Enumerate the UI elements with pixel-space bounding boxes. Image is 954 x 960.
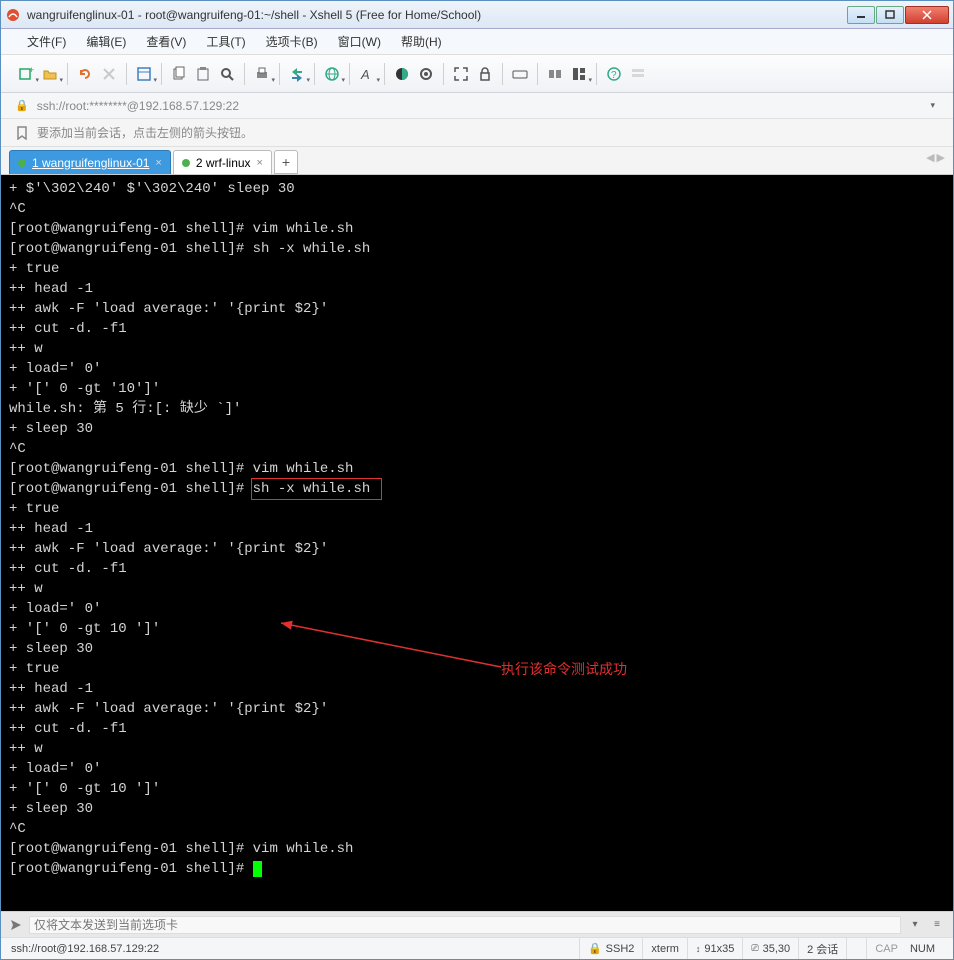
tab-close-icon[interactable]: × [155,157,161,169]
menu-edit[interactable]: 编辑(E) [78,30,134,53]
tab-2[interactable]: 2 wrf-linux × [173,150,272,174]
annotation-text: 执行该命令测试成功 [501,659,627,679]
tab-add-button[interactable]: + [274,150,298,174]
menu-tools[interactable]: 工具(T) [198,30,253,53]
tab-bar: 1 wangruifenglinux-01 × 2 wrf-linux × + … [1,147,953,175]
close-button[interactable] [905,6,949,24]
font-icon[interactable]: A▾ [356,63,378,85]
status-address: ssh://root@192.168.57.129:22 [11,943,579,955]
options-icon[interactable] [627,63,649,85]
menu-help[interactable]: 帮助(H) [393,30,450,53]
input-dropdown-icon[interactable]: ▾ [907,917,923,933]
layout-icon[interactable]: ▾ [568,63,590,85]
new-session-icon[interactable]: +▾ [15,63,37,85]
tab-nav: ◀ ▶ [926,151,945,164]
copy-icon[interactable] [168,63,190,85]
properties-icon[interactable]: ▾ [133,63,155,85]
input-bar: ▾ ≡ [1,911,953,937]
input-toggle-icon[interactable]: ≡ [929,917,945,933]
minimize-button[interactable] [847,6,875,24]
tunnel-icon[interactable] [544,63,566,85]
tab-next-icon[interactable]: ▶ [937,151,945,164]
disconnect-icon[interactable] [98,63,120,85]
status-num: NUM [906,938,943,959]
transfer-icon[interactable]: ▾ [286,63,308,85]
lock-small-icon: 🔒 [15,99,29,112]
status-dot-icon [182,159,190,167]
status-pos: ⎚35,30 [742,938,798,959]
open-folder-icon[interactable]: ▾ [39,63,61,85]
menu-window[interactable]: 窗口(W) [330,30,389,53]
globe-icon[interactable]: ▾ [321,63,343,85]
reconnect-icon[interactable] [74,63,96,85]
tab-label: 1 wangruifenglinux-01 [32,156,149,170]
address-text[interactable]: ssh://root:********@192.168.57.129:22 [37,99,919,113]
terminal[interactable]: + $'\302\240' $'\302\240' sleep 30 ^C [r… [1,175,953,911]
window-title: wangruifenglinux-01 - root@wangruifeng-0… [27,8,847,22]
status-size: ↕91x35 [687,938,742,959]
tab-1[interactable]: 1 wangruifenglinux-01 × [9,150,171,174]
maximize-button[interactable] [876,6,904,24]
menu-file[interactable]: 文件(F) [19,30,74,53]
status-ssh: 🔒SSH2 [579,938,642,959]
status-dot-icon [18,159,26,167]
menu-view[interactable]: 查看(V) [138,30,194,53]
color-scheme-icon[interactable] [391,63,413,85]
help-icon[interactable]: ? [603,63,625,85]
print-icon[interactable]: ▾ [251,63,273,85]
svg-text:?: ? [611,70,617,81]
paste-icon[interactable] [192,63,214,85]
tab-label: 2 wrf-linux [196,156,251,170]
svg-text:+: + [29,66,34,75]
status-grip [846,938,866,959]
fullscreen-icon[interactable] [450,63,472,85]
input-send-icon[interactable] [9,918,23,932]
status-bar: ssh://root@192.168.57.129:22 🔒SSH2 xterm… [1,937,953,959]
svg-text:A: A [360,67,370,82]
tab-prev-icon[interactable]: ◀ [926,151,934,164]
menu-tabs[interactable]: 选项卡(B) [258,30,326,53]
hint-text: 要添加当前会话，点击左侧的箭头按钮。 [37,124,253,141]
compose-input[interactable] [29,916,901,934]
titlebar: wangruifenglinux-01 - root@wangruifeng-0… [1,1,953,29]
tab-close-icon[interactable]: × [257,157,263,169]
highlight-icon[interactable] [415,63,437,85]
search-icon[interactable] [216,63,238,85]
status-term: xterm [642,938,687,959]
menubar: 文件(F) 编辑(E) 查看(V) 工具(T) 选项卡(B) 窗口(W) 帮助(… [1,29,953,55]
keyboard-icon[interactable] [509,63,531,85]
toolbar: +▾ ▾ ▾ ▾ ▾ ▾ A▾ ▾ ? [1,55,953,93]
app-icon [5,7,21,23]
address-bar: 🔒 ssh://root:********@192.168.57.129:22 … [1,93,953,119]
highlight-box [251,478,381,500]
bookmark-icon[interactable] [15,126,29,140]
lock-icon[interactable] [474,63,496,85]
status-sessions: 2 会话 [798,938,846,959]
status-cap: CAP [866,938,906,959]
hint-bar: 要添加当前会话，点击左侧的箭头按钮。 [1,119,953,147]
arrow-icon [271,613,511,677]
address-dropdown[interactable]: ▾ [926,98,939,113]
